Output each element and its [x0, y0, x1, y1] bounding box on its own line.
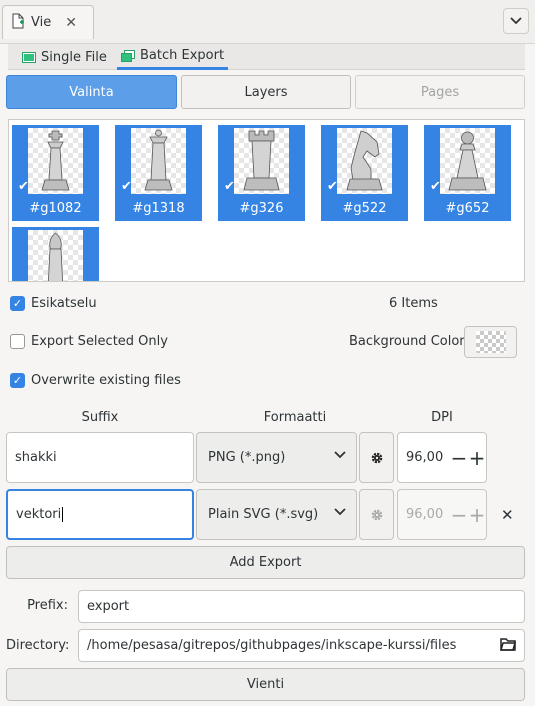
batch-export-icon	[121, 49, 135, 62]
minus-icon: −	[450, 502, 468, 527]
preview-grid: ✔ #g1082 ✔ #g1318 ✔ #g326 ✔ #g522 ✔ #g65…	[8, 119, 525, 282]
remove-export-icon[interactable]: ✕	[501, 506, 514, 524]
add-export-button[interactable]: Add Export	[6, 546, 525, 579]
format-options-button[interactable]	[359, 432, 394, 483]
king-piece-thumbnail	[28, 128, 83, 194]
background-color-label: Background Color	[349, 334, 465, 349]
format-column-header: Formaatti	[263, 410, 327, 425]
queen-piece-thumbnail	[131, 128, 186, 194]
bishop-piece-thumbnail	[28, 230, 83, 281]
tab-selection[interactable]: Valinta	[6, 75, 177, 109]
tab-batch-export[interactable]: Batch Export	[117, 44, 229, 70]
overwrite-checkbox[interactable]: ✓	[10, 373, 25, 388]
format-select-value: Plain SVG (*.svg)	[208, 507, 319, 522]
dpi-value: 96,00	[406, 507, 444, 522]
dpi-value[interactable]: 96,00	[398, 450, 450, 465]
preview-item[interactable]: ✔ #g1082	[12, 125, 99, 221]
single-file-icon	[22, 51, 36, 63]
checkmark-icon: ✔	[430, 179, 441, 194]
chevron-down-icon	[334, 508, 346, 516]
export-source-selector: Valinta Layers Pages	[6, 75, 525, 109]
suffix-column-header: Suffix	[81, 410, 119, 425]
dpi-spinbutton: 96,00 − +	[397, 489, 487, 540]
suffix-input[interactable]: vektori	[6, 489, 194, 540]
dock-tab-label: Vie	[31, 15, 52, 30]
chevron-down-icon	[334, 451, 346, 459]
minus-icon[interactable]: −	[450, 448, 468, 468]
preview-toggle[interactable]: ✓ Esikatselu	[10, 296, 97, 311]
preview-item[interactable]: ✔ #g326	[218, 125, 305, 221]
tab-layers[interactable]: Layers	[181, 75, 351, 109]
dpi-spinbutton[interactable]: 96,00 − +	[397, 432, 487, 483]
format-select[interactable]: Plain SVG (*.svg)	[196, 489, 357, 540]
tab-single-file[interactable]: Single File	[18, 44, 111, 70]
preview-item-name: #g652	[445, 201, 490, 216]
chevron-down-icon	[510, 17, 522, 25]
checkmark-icon: ✔	[121, 179, 132, 194]
overwrite-label: Overwrite existing files	[31, 373, 181, 388]
dpi-column-header: DPI	[431, 410, 453, 425]
text-cursor	[62, 507, 64, 522]
background-color-button[interactable]	[464, 326, 517, 358]
directory-input[interactable]: /home/pesasa/gitrepos/githubpages/inksca…	[78, 629, 525, 662]
format-select[interactable]: PNG (*.png)	[196, 432, 357, 483]
checkmark-icon: ✔	[224, 179, 235, 194]
preview-item-name: #g1082	[29, 201, 82, 216]
export-selected-only-checkbox[interactable]	[10, 334, 25, 349]
export-button[interactable]: Vienti	[6, 668, 525, 701]
prefix-input[interactable]: export	[78, 590, 525, 623]
knight-piece-thumbnail	[337, 128, 392, 194]
format-options-button	[359, 489, 394, 540]
preview-item-name: #g1318	[132, 201, 185, 216]
preview-item[interactable]	[12, 227, 99, 281]
export-selected-only-label: Export Selected Only	[31, 334, 168, 349]
directory-label: Directory:	[6, 638, 70, 653]
plus-icon[interactable]: +	[468, 448, 486, 468]
export-document-icon	[11, 13, 25, 33]
checkmark-icon: ✔	[327, 179, 338, 194]
dock-header: Vie ✕	[0, 0, 535, 44]
export-selected-only-toggle[interactable]: Export Selected Only	[10, 334, 168, 349]
dock-tab-export[interactable]: Vie ✕	[2, 5, 94, 39]
gear-icon	[371, 509, 382, 520]
tab-pages: Pages	[355, 75, 525, 109]
open-folder-icon[interactable]	[500, 637, 516, 655]
preview-label: Esikatselu	[31, 296, 97, 311]
directory-input-value: /home/pesasa/gitrepos/githubpages/inksca…	[87, 638, 457, 653]
tab-single-file-label: Single File	[41, 49, 107, 65]
dock-menu-button[interactable]	[503, 8, 529, 34]
close-icon[interactable]: ✕	[65, 15, 77, 31]
preview-item[interactable]: ✔ #g652	[424, 125, 511, 221]
pawn-piece-thumbnail	[440, 128, 495, 194]
preview-item-name: #g522	[342, 201, 387, 216]
suffix-input-value: vektori	[16, 507, 62, 522]
suffix-input[interactable]: shakki	[6, 432, 194, 483]
tab-batch-export-label: Batch Export	[140, 48, 225, 63]
preview-checkbox[interactable]: ✓	[10, 296, 25, 311]
gear-icon	[371, 452, 382, 463]
format-select-value: PNG (*.png)	[208, 450, 286, 465]
checkmark-icon: ✔	[18, 179, 29, 194]
rook-piece-thumbnail	[234, 128, 289, 194]
preview-item[interactable]: ✔ #g522	[321, 125, 408, 221]
preview-item[interactable]: ✔ #g1318	[115, 125, 202, 221]
transparent-swatch	[475, 331, 506, 353]
plus-icon: +	[468, 502, 486, 527]
overwrite-toggle[interactable]: ✓ Overwrite existing files	[10, 373, 181, 388]
export-mode-bar: Single File Batch Export	[8, 44, 525, 70]
prefix-label: Prefix:	[27, 598, 68, 613]
items-count: 6 Items	[389, 296, 438, 311]
preview-item-name: #g326	[239, 201, 284, 216]
